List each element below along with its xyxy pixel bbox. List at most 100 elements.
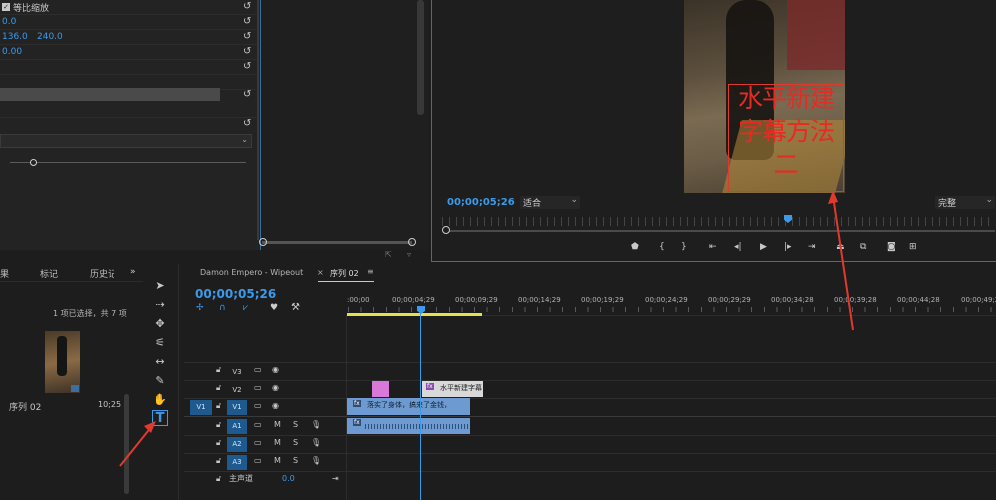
- microphone-icon[interactable]: 🎙︎: [311, 419, 321, 431]
- slip-tool-icon[interactable]: ↔: [152, 354, 168, 370]
- eye-icon[interactable]: ◉: [272, 400, 279, 412]
- extract-icon[interactable]: ⧉: [860, 241, 866, 253]
- lock-icon[interactable]: 🔓︎: [216, 437, 221, 449]
- tab-effects[interactable]: 果: [0, 267, 9, 280]
- microphone-icon[interactable]: 🎙︎: [311, 437, 321, 449]
- eye-icon[interactable]: ◉: [272, 382, 279, 394]
- lock-icon[interactable]: 🔓︎: [216, 455, 221, 467]
- tab-wipeout-sequence[interactable]: Damon Empero - Wipeout: [200, 268, 303, 277]
- timeline-playhead-line[interactable]: [420, 310, 421, 500]
- hand-tool-icon[interactable]: ✋: [152, 392, 168, 408]
- reset-icon[interactable]: ↺: [243, 47, 253, 57]
- step-forward-icon[interactable]: |▸: [784, 241, 792, 253]
- track-target-v1[interactable]: V1: [227, 400, 247, 415]
- lock-icon[interactable]: 🔓︎: [216, 419, 221, 431]
- reset-icon[interactable]: ↺: [243, 17, 253, 27]
- master-volume-value[interactable]: 0.0: [282, 473, 295, 485]
- lock-icon[interactable]: 🔓︎: [216, 382, 221, 394]
- lock-icon[interactable]: 🔓︎: [216, 400, 221, 412]
- close-icon[interactable]: ×: [317, 268, 324, 277]
- type-tool-icon[interactable]: T: [152, 410, 168, 426]
- reset-icon[interactable]: ↺: [243, 62, 253, 72]
- export-icon[interactable]: ⇱: [385, 250, 392, 259]
- camera-icon[interactable]: ◙: [887, 241, 896, 253]
- wrench-icon[interactable]: ⚒: [291, 302, 300, 313]
- timeline-timecode[interactable]: 00;00;05;26: [195, 287, 276, 301]
- ripple-edit-tool-icon[interactable]: ✥: [152, 316, 168, 332]
- razor-tool-icon[interactable]: ⚟: [152, 335, 168, 351]
- monitor-zoom-bar[interactable]: [446, 230, 995, 232]
- hamburger-menu-icon[interactable]: ≡: [367, 267, 374, 276]
- audio-clip[interactable]: fx: [347, 418, 470, 434]
- sequence-thumbnail[interactable]: [45, 331, 80, 393]
- mute-button[interactable]: M: [274, 455, 281, 467]
- tab-sequence-02[interactable]: 序列 02: [330, 268, 359, 279]
- track-target-a2[interactable]: A2: [227, 437, 247, 452]
- mark-out-icon[interactable]: }: [681, 241, 687, 253]
- mute-button[interactable]: M: [274, 419, 281, 431]
- property-slider-bar[interactable]: [0, 88, 220, 101]
- eye-icon[interactable]: ◉: [272, 364, 279, 376]
- work-area-bar[interactable]: [347, 313, 482, 316]
- pen-tool-icon[interactable]: ✎: [152, 373, 168, 389]
- anchor-x-value[interactable]: 136.0: [2, 32, 28, 42]
- go-to-in-icon[interactable]: ⇤: [709, 241, 717, 253]
- insert-nest-icon[interactable]: ✢: [196, 303, 204, 313]
- reset-icon[interactable]: ↺: [243, 32, 253, 42]
- dropdown-field[interactable]: ⌄: [0, 134, 252, 148]
- monitor-time-ruler[interactable]: [442, 217, 995, 226]
- selection-tool-icon[interactable]: ➤: [152, 278, 168, 294]
- track-target-a3[interactable]: A3: [227, 455, 247, 470]
- linked-selection-icon[interactable]: ⩗: [243, 303, 248, 313]
- step-back-icon[interactable]: ◂|: [734, 241, 742, 253]
- sync-lock-icon[interactable]: ▭: [254, 400, 262, 412]
- go-to-out-icon[interactable]: ⇥: [808, 241, 816, 253]
- track-target-v3[interactable]: V3: [229, 365, 245, 379]
- uniform-scale-checkbox[interactable]: ✓: [2, 3, 10, 11]
- sync-lock-icon[interactable]: ▭: [254, 455, 262, 467]
- antiflicker-value[interactable]: 0.00: [2, 47, 22, 57]
- source-patch-v1[interactable]: V1: [190, 400, 212, 415]
- mark-in-icon[interactable]: {: [659, 241, 665, 253]
- track-target-a1[interactable]: A1: [227, 419, 247, 434]
- tab-history[interactable]: 历史记: [90, 267, 114, 280]
- fit-dropdown[interactable]: 适合 ⌄: [520, 195, 580, 209]
- compare-view-icon[interactable]: ⊞: [909, 241, 917, 253]
- project-scrollbar[interactable]: [124, 394, 129, 494]
- reset-icon[interactable]: ↺: [243, 90, 253, 100]
- mini-timeline-range[interactable]: [262, 241, 412, 244]
- panel-scrollbar[interactable]: [257, 0, 259, 240]
- mini-timeline-scroll[interactable]: [417, 0, 424, 115]
- program-timecode[interactable]: 00;00;05;26: [447, 197, 515, 208]
- solo-button[interactable]: S: [293, 437, 298, 449]
- tab-markers[interactable]: 标记: [40, 267, 58, 280]
- microphone-icon[interactable]: 🎙︎: [311, 455, 321, 467]
- title-clip[interactable]: fx 水平新建字幕: [422, 381, 483, 397]
- solo-button[interactable]: S: [293, 419, 298, 431]
- add-marker-icon[interactable]: ♥: [270, 303, 278, 313]
- snap-icon[interactable]: ∩: [219, 303, 226, 313]
- play-icon[interactable]: ▶: [760, 241, 767, 253]
- pink-clip[interactable]: [372, 381, 389, 397]
- rotation-value[interactable]: 0.0: [2, 17, 16, 27]
- lift-icon[interactable]: ⏏: [836, 241, 845, 253]
- opacity-slider-handle[interactable]: [30, 159, 37, 166]
- lock-icon[interactable]: 🔓︎: [216, 473, 221, 485]
- sync-lock-icon[interactable]: ▭: [254, 437, 262, 449]
- chevrons-right-icon[interactable]: »: [130, 267, 136, 277]
- reset-icon[interactable]: ↺: [243, 119, 253, 129]
- range-handle-right[interactable]: [408, 238, 416, 246]
- add-marker-icon[interactable]: ⬟: [631, 241, 639, 253]
- anchor-y-value[interactable]: 240.0: [37, 32, 63, 42]
- track-select-tool-icon[interactable]: ⇢: [152, 297, 168, 313]
- go-to-end-icon[interactable]: ⇥: [332, 473, 339, 485]
- track-target-v2[interactable]: V2: [229, 383, 245, 397]
- filter-icon[interactable]: ▿: [407, 250, 411, 259]
- sync-lock-icon[interactable]: ▭: [254, 382, 262, 394]
- project-item-name[interactable]: 序列 02: [9, 400, 41, 413]
- video-clip[interactable]: fx 落实了身体，搞来了金钱，: [347, 398, 470, 415]
- project-item[interactable]: 序列 02 10;25: [0, 328, 130, 418]
- solo-button[interactable]: S: [293, 455, 298, 467]
- sync-lock-icon[interactable]: ▭: [254, 364, 262, 376]
- lock-icon[interactable]: 🔓︎: [216, 364, 221, 376]
